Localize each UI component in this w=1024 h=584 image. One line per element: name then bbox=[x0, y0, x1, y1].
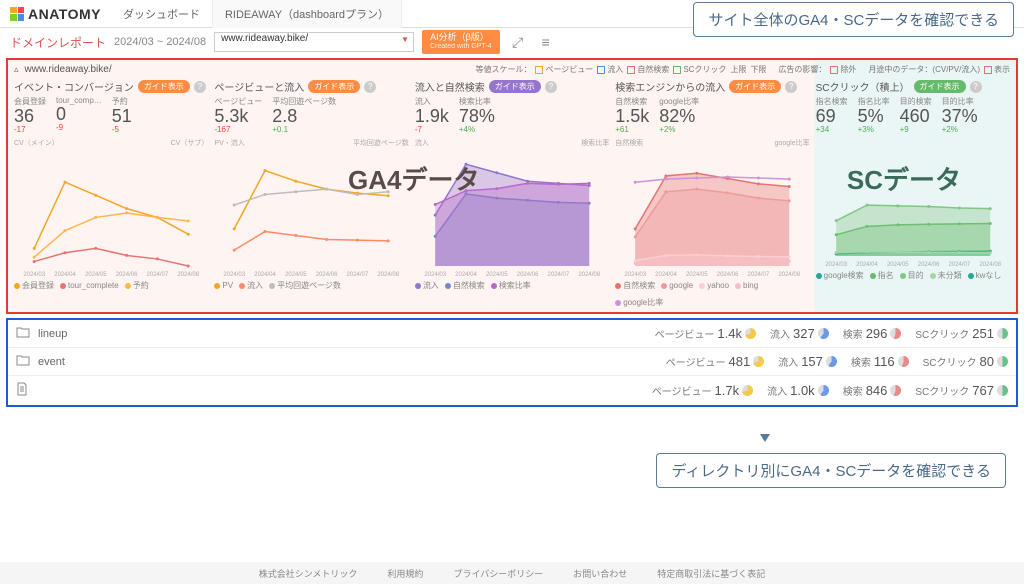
scale-legend: 等値スケール： ページビュー 流入 自然検索 SCクリック 上限 下限 広告の影… bbox=[475, 64, 1010, 75]
chart-svg: 2024/03 2024/04 2024/05 2024/06 2024/07 2024/… bbox=[14, 148, 208, 278]
date-range[interactable]: 2024/03 ~ 2024/08 bbox=[114, 36, 206, 48]
directory-row[interactable]: event ページビュー481 流入157 検索116 SCクリック80 bbox=[8, 348, 1016, 376]
footer-link[interactable]: 利用規約 bbox=[387, 567, 423, 580]
menu-icon[interactable]: ≡ bbox=[536, 32, 556, 52]
svg-text:2024/04: 2024/04 bbox=[54, 272, 76, 278]
svg-text:2024/04: 2024/04 bbox=[255, 272, 277, 278]
chart-svg: 2024/03 2024/04 2024/05 2024/06 2024/07 2024/… bbox=[214, 148, 408, 278]
svg-text:2024/06: 2024/06 bbox=[316, 272, 338, 278]
svg-text:2024/06: 2024/06 bbox=[917, 262, 939, 268]
svg-text:2024/05: 2024/05 bbox=[85, 272, 107, 278]
help-icon[interactable]: ? bbox=[364, 81, 376, 93]
tab-project[interactable]: RIDEAWAY（dashboardプラン） bbox=[213, 0, 402, 28]
footer-link[interactable]: お問い合わせ bbox=[573, 567, 627, 580]
folder-icon bbox=[16, 354, 32, 369]
svg-text:2024/05: 2024/05 bbox=[887, 262, 909, 268]
directory-row[interactable]: lineup ページビュー1.4k 流入327 検索296 SCクリック251 bbox=[8, 320, 1016, 348]
svg-text:2024/04: 2024/04 bbox=[455, 272, 477, 278]
chart-svg: 2024/03 2024/04 2024/05 2024/06 2024/07 2024/… bbox=[415, 148, 609, 278]
chart-card: 流入と自然検索ガイド表示? 流入1.9k-7検索比率78%+4% 流入検索比率 … bbox=[415, 79, 609, 308]
ai-analysis-button[interactable]: AI分析（β版）Created with GPT-4 bbox=[422, 30, 499, 53]
svg-text:2024/04: 2024/04 bbox=[856, 262, 878, 268]
guide-button[interactable]: ガイド表示 bbox=[914, 80, 966, 93]
tab-dashboard[interactable]: ダッシュボード bbox=[111, 0, 213, 28]
brand-logo[interactable]: ANATOMY bbox=[0, 6, 111, 22]
svg-text:2024/07: 2024/07 bbox=[748, 272, 770, 278]
panel-header: ▵ www.rideaway.bike/ 等値スケール： ページビュー 流入 自… bbox=[14, 64, 1010, 75]
footer-link[interactable]: 株式会社シンメトリック bbox=[259, 567, 358, 580]
help-icon[interactable]: ? bbox=[970, 81, 982, 93]
svg-text:2024/07: 2024/07 bbox=[547, 272, 569, 278]
svg-text:2024/05: 2024/05 bbox=[285, 272, 307, 278]
help-icon[interactable]: ? bbox=[785, 81, 797, 93]
svg-text:2024/05: 2024/05 bbox=[486, 272, 508, 278]
help-icon[interactable]: ? bbox=[194, 81, 206, 93]
guide-button[interactable]: ガイド表示 bbox=[489, 80, 541, 93]
folder-icon bbox=[16, 326, 32, 341]
guide-button[interactable]: ガイド表示 bbox=[138, 80, 190, 93]
svg-text:2024/03: 2024/03 bbox=[23, 272, 45, 278]
chart-card: ページビューと流入ガイド表示? ページビュー5.3k-167平均回遊ページ数2.… bbox=[214, 79, 408, 308]
svg-text:2024/03: 2024/03 bbox=[424, 272, 446, 278]
svg-text:2024/06: 2024/06 bbox=[717, 272, 739, 278]
guide-button[interactable]: ガイド表示 bbox=[729, 80, 781, 93]
callout-directory-data: ディレクトリ別にGA4・SCデータを確認できる bbox=[656, 453, 1006, 488]
logo-icon bbox=[10, 7, 24, 21]
help-icon[interactable]: ? bbox=[545, 81, 557, 93]
chart-card: 検索エンジンからの流入ガイド表示? 自然検索1.5k+61google比率82%… bbox=[615, 79, 809, 308]
svg-text:2024/03: 2024/03 bbox=[825, 262, 847, 268]
footer: 株式会社シンメトリック 利用規約 プライバシーポリシー お問い合わせ 特定商取引法に基づ… bbox=[0, 562, 1024, 584]
svg-text:2024/08: 2024/08 bbox=[378, 272, 400, 278]
svg-text:2024/07: 2024/07 bbox=[147, 272, 169, 278]
footer-link[interactable]: 特定商取引法に基づく表記 bbox=[657, 567, 765, 580]
guide-button[interactable]: ガイド表示 bbox=[308, 80, 360, 93]
url-select[interactable]: www.rideaway.bike/ bbox=[214, 32, 414, 52]
svg-text:2024/06: 2024/06 bbox=[517, 272, 539, 278]
svg-text:2024/07: 2024/07 bbox=[948, 262, 970, 268]
brand-text: ANATOMY bbox=[28, 6, 101, 22]
file-icon bbox=[16, 382, 32, 399]
panel-url: www.rideaway.bike/ bbox=[25, 64, 112, 75]
chart-svg: 2024/03 2024/04 2024/05 2024/06 2024/07 2024/… bbox=[816, 138, 1010, 268]
directory-row[interactable]: ページビュー1.7k 流入1.0k 検索846 SCクリック767 bbox=[8, 376, 1016, 405]
callout-arrow-icon bbox=[760, 434, 770, 442]
svg-text:2024/05: 2024/05 bbox=[686, 272, 708, 278]
callout-site-data: サイト全体のGA4・SCデータを確認できる bbox=[693, 2, 1014, 37]
svg-text:2024/08: 2024/08 bbox=[177, 272, 199, 278]
charts-row: イベント・コンバージョンガイド表示? 会員登録36-17tour_comp…0-… bbox=[14, 79, 1010, 308]
chart-card: SCクリック（積上）ガイド表示? 指名検索69+34指名比率5%+3%目的検索4… bbox=[816, 79, 1010, 308]
expand-toggle-icon[interactable]: ▵ bbox=[14, 64, 19, 75]
svg-text:2024/08: 2024/08 bbox=[578, 272, 600, 278]
svg-text:2024/03: 2024/03 bbox=[625, 272, 647, 278]
footer-link[interactable]: プライバシーポリシー bbox=[453, 567, 543, 580]
svg-text:2024/03: 2024/03 bbox=[224, 272, 246, 278]
chart-svg: 2024/03 2024/04 2024/05 2024/06 2024/07 2024/… bbox=[615, 148, 809, 278]
chart-card: イベント・コンバージョンガイド表示? 会員登録36-17tour_comp…0-… bbox=[14, 79, 208, 308]
report-title: ドメインレポート bbox=[10, 34, 106, 51]
expand-icon[interactable]: ⤢ bbox=[508, 32, 528, 52]
directory-panel: lineup ページビュー1.4k 流入327 検索296 SCクリック251 … bbox=[6, 318, 1018, 407]
svg-text:2024/08: 2024/08 bbox=[979, 262, 1001, 268]
svg-text:2024/04: 2024/04 bbox=[655, 272, 677, 278]
svg-text:2024/07: 2024/07 bbox=[347, 272, 369, 278]
svg-text:2024/06: 2024/06 bbox=[116, 272, 138, 278]
svg-text:2024/08: 2024/08 bbox=[779, 272, 801, 278]
site-data-panel: ▵ www.rideaway.bike/ 等値スケール： ページビュー 流入 自… bbox=[6, 58, 1018, 314]
